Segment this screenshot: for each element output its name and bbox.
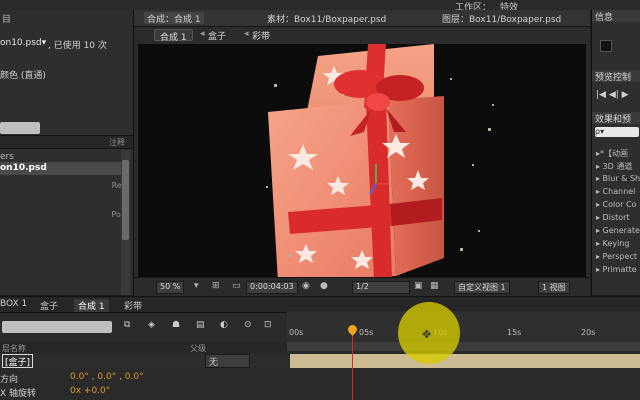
timeline-panel: BOX 1 盒子 合成 1 彩带 ⧉ ◈ ☗ ▤ ◐ ⊙ ⊡ 00s 05s 1… bbox=[0, 296, 640, 400]
project-column-header: 注释 bbox=[0, 135, 133, 149]
motion-blur-icon[interactable]: ◐ bbox=[220, 320, 228, 330]
timeline-search-input[interactable] bbox=[2, 321, 112, 333]
project-panel: 目 on10.psd▾ , 已使用 10 次 颜色 (直通) 注释 ers on… bbox=[0, 10, 134, 295]
viewer-toolbar: 50 % ▾ ⊞ ▭ 0:00:04:03 ◉ ● 1/2 ▣ ▦ 自定义视图 … bbox=[134, 277, 590, 296]
channel-icon[interactable]: ● bbox=[320, 281, 328, 291]
ruler-mark: 20s bbox=[581, 328, 596, 337]
ruler-mark: 00s bbox=[289, 328, 304, 337]
property-row-x-rotation[interactable]: X 轴旋转 0x +0.0° bbox=[0, 386, 110, 399]
grid-icon[interactable]: ⊞ bbox=[212, 281, 220, 291]
breadcrumb-item[interactable]: 合成 1 bbox=[154, 29, 193, 43]
draft-3d-icon[interactable]: ◈ bbox=[148, 320, 155, 330]
viewer-tab-bar: 合成：合成 1 素材：Box11/Boxpaper.psd 图层：Box11/B… bbox=[134, 10, 590, 27]
preview-controls[interactable]: |◀ ◀| ▶ bbox=[596, 90, 629, 100]
effects-search-input[interactable]: ρ▾ bbox=[595, 127, 639, 137]
comp-mini-flowchart-icon[interactable]: ⧉ bbox=[124, 320, 130, 330]
ruler-mark: 05s bbox=[359, 328, 374, 337]
preview-panel-title[interactable]: 预览控制 bbox=[592, 70, 640, 83]
timeline-tab[interactable]: 盒子 bbox=[40, 299, 58, 312]
tab-footage[interactable]: 素材：Box11/Boxpaper.psd bbox=[264, 12, 389, 25]
effect-category[interactable]: ▸ Generate bbox=[596, 226, 640, 235]
stopwatch-icon[interactable]: ⊡ bbox=[264, 320, 272, 330]
effect-category[interactable]: ▸*【动画 bbox=[596, 148, 628, 159]
effects-search-placeholder: ρ▾ bbox=[595, 127, 605, 136]
effect-category[interactable]: ▸ Keying bbox=[596, 239, 629, 248]
layer-name-field[interactable]: [盒子] bbox=[2, 354, 34, 368]
effect-category[interactable]: ▸ Perspect bbox=[596, 252, 637, 261]
effect-category[interactable]: ▸ Color Co bbox=[596, 200, 636, 209]
property-row-orientation[interactable]: 方向 0.0° , 0.0° , 0.0° bbox=[0, 372, 144, 385]
project-search-input[interactable] bbox=[0, 122, 40, 134]
effect-category[interactable]: ▸ Distort bbox=[596, 213, 630, 222]
view-layout-select[interactable]: 1 视图 bbox=[538, 281, 570, 294]
camera-icon[interactable]: ◉ bbox=[302, 281, 310, 291]
project-row-label: on10.psd bbox=[0, 163, 47, 173]
comp-canvas[interactable] bbox=[138, 44, 586, 286]
project-panel-title: 目 bbox=[2, 15, 12, 25]
project-scrollbar-thumb[interactable] bbox=[122, 160, 129, 240]
color-swatch bbox=[600, 40, 612, 52]
project-file-name[interactable]: on10.psd▾ bbox=[0, 38, 46, 48]
dropdown-arrow-icon: ▾ bbox=[194, 281, 199, 291]
graph-editor-icon[interactable]: ⊙ bbox=[244, 320, 252, 330]
safe-frame-icon[interactable]: ▭ bbox=[232, 281, 241, 291]
region-icon[interactable]: ▣ bbox=[414, 281, 423, 291]
time-ruler[interactable]: 00s 05s 10s 15s 20s bbox=[287, 311, 640, 342]
breadcrumb-separator: ◂ bbox=[200, 29, 205, 39]
ruler-mark: 15s bbox=[507, 328, 522, 337]
property-label: X 轴旋转 bbox=[0, 389, 37, 399]
layer-name-column: 层名称 bbox=[2, 344, 26, 353]
breadcrumb-item[interactable]: 彩带 bbox=[252, 29, 270, 42]
effects-panel-title[interactable]: 效果和预 bbox=[592, 112, 640, 125]
layer-duration-bar[interactable] bbox=[290, 354, 640, 368]
breadcrumb: 合成 1 ◂ 盒子 ◂ 彩带 bbox=[134, 27, 590, 43]
breadcrumb-separator: ◂ bbox=[244, 29, 249, 39]
top-bar: 工作区： 特效 bbox=[0, 0, 640, 13]
project-color-mode: 颜色 (直通) bbox=[0, 71, 46, 81]
project-row-selected[interactable]: on10.psd bbox=[0, 162, 130, 175]
composition-viewer: 合成：合成 1 素材：Box11/Boxpaper.psd 图层：Box11/B… bbox=[134, 10, 590, 296]
transparency-grid-icon[interactable]: ▦ bbox=[430, 281, 439, 291]
timecode-field[interactable]: 0:00:04:03 bbox=[246, 281, 298, 294]
resolution-select[interactable]: 1/2 bbox=[352, 281, 410, 294]
zoom-select[interactable]: 50 % bbox=[156, 281, 185, 294]
comment-column-label: 注释 bbox=[109, 138, 125, 147]
parent-column: 父级 bbox=[190, 344, 206, 353]
cursor-highlight: ✥ bbox=[398, 302, 460, 364]
cursor-icon: ✥ bbox=[422, 328, 432, 341]
project-usage-text: , 已使用 10 次 bbox=[48, 41, 107, 51]
view-mode-select[interactable]: 自定义视图 1 bbox=[454, 281, 510, 294]
frame-blending-icon[interactable]: ▤ bbox=[196, 320, 205, 330]
property-value[interactable]: 0.0° , 0.0° , 0.0° bbox=[70, 372, 144, 382]
tab-composition[interactable]: 合成：合成 1 bbox=[144, 12, 204, 25]
effect-category[interactable]: ▸ Primatte bbox=[596, 265, 637, 274]
timeline-tab-active[interactable]: 合成 1 bbox=[74, 299, 109, 312]
property-label: 方向 bbox=[0, 375, 19, 385]
effect-category[interactable]: ▸ Channel bbox=[596, 187, 635, 196]
property-value[interactable]: 0x +0.0° bbox=[70, 386, 110, 396]
effect-category[interactable]: ▸ 3D 通道 bbox=[596, 161, 632, 172]
gift-box-render bbox=[266, 44, 494, 282]
right-panels: 信息 预览控制 |◀ ◀| ▶ 效果和预 ρ▾ ▸*【动画 ▸ 3D 通道 ▸ … bbox=[591, 10, 640, 295]
info-panel-title[interactable]: 信息 bbox=[592, 10, 640, 23]
playhead-line[interactable] bbox=[352, 326, 353, 400]
breadcrumb-item[interactable]: 盒子 bbox=[208, 29, 226, 42]
timeline-tab[interactable]: BOX 1 bbox=[0, 299, 27, 309]
project-row[interactable]: ers bbox=[0, 152, 14, 162]
effect-category[interactable]: ▸ Blur & Sh bbox=[596, 174, 640, 183]
timeline-tab[interactable]: 彩带 bbox=[124, 299, 142, 312]
work-area-bar[interactable] bbox=[287, 342, 640, 351]
layer-column-header: 层名称 父级 bbox=[0, 342, 287, 353]
parent-select[interactable]: 无 bbox=[205, 354, 250, 368]
shy-layers-icon[interactable]: ☗ bbox=[172, 320, 180, 330]
tab-layer[interactable]: 图层：Box11/Boxpaper.psd bbox=[439, 12, 564, 25]
